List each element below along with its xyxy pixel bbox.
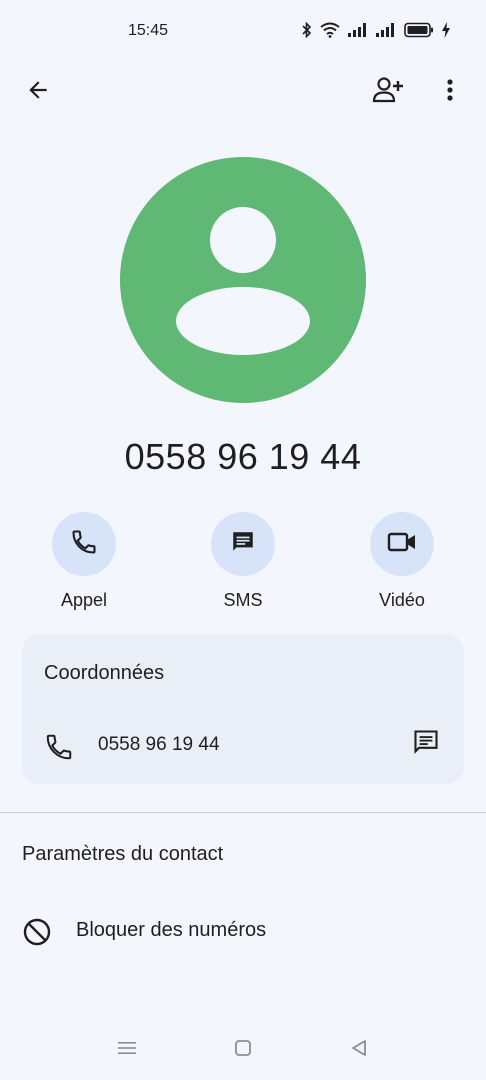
call-button[interactable] — [52, 512, 116, 576]
signal-icon — [376, 23, 396, 37]
block-icon — [22, 917, 52, 952]
arrow-back-icon — [25, 77, 51, 108]
phone-icon — [70, 528, 98, 561]
more-vert-icon — [446, 78, 454, 107]
quick-actions: Appel SMS Vidéo — [0, 512, 486, 612]
phone-number-row[interactable]: 0558 96 19 44 — [22, 724, 464, 768]
system-back-button[interactable] — [345, 1038, 373, 1062]
home-icon — [234, 1039, 252, 1062]
status-bar: 15:45 — [0, 0, 486, 64]
call-label: Appel — [60, 590, 108, 610]
section-divider — [0, 812, 486, 813]
sms-action[interactable]: SMS — [188, 512, 298, 611]
card-title: Coordonnées — [44, 662, 165, 684]
video-button[interactable] — [370, 512, 434, 576]
sms-button[interactable] — [211, 512, 275, 576]
message-icon — [230, 529, 256, 560]
contact-details-card: Coordonnées 0558 96 19 44 — [22, 634, 464, 784]
block-numbers-item[interactable]: Bloquer des numéros — [0, 902, 486, 958]
avatar-head — [210, 207, 276, 273]
more-options-button[interactable] — [428, 70, 472, 114]
sms-label: SMS — [223, 590, 263, 610]
signal-icon — [348, 23, 368, 37]
videocam-icon — [387, 530, 417, 559]
block-numbers-label: Bloquer des numéros — [76, 919, 267, 941]
back-button[interactable] — [16, 70, 60, 114]
phone-number-value: 0558 96 19 44 — [98, 734, 220, 755]
contact-settings-title: Paramètres du contact — [22, 843, 224, 865]
contact-avatar — [120, 157, 366, 403]
menu-icon — [117, 1040, 137, 1061]
contact-number-title: 0558 96 19 44 — [124, 436, 362, 477]
add-contact-button[interactable] — [366, 70, 410, 114]
video-action[interactable]: Vidéo — [347, 512, 457, 611]
video-label: Vidéo — [379, 590, 425, 610]
charging-icon — [442, 22, 450, 38]
call-action[interactable]: Appel — [29, 512, 139, 611]
add-person-icon — [372, 76, 404, 109]
bluetooth-icon — [302, 22, 312, 38]
home-button[interactable] — [229, 1038, 257, 1062]
status-icons — [302, 22, 450, 38]
wifi-icon — [320, 22, 340, 38]
status-time: 15:45 — [128, 22, 169, 39]
avatar-body — [176, 287, 310, 355]
top-app-bar — [0, 70, 486, 118]
send-message-button[interactable] — [406, 724, 446, 764]
battery-icon — [404, 22, 434, 38]
recent-apps-button[interactable] — [113, 1038, 141, 1062]
back-triangle-icon — [350, 1039, 368, 1062]
phone-icon — [44, 732, 74, 767]
message-icon — [412, 728, 440, 761]
system-nav-bar — [0, 1030, 486, 1070]
